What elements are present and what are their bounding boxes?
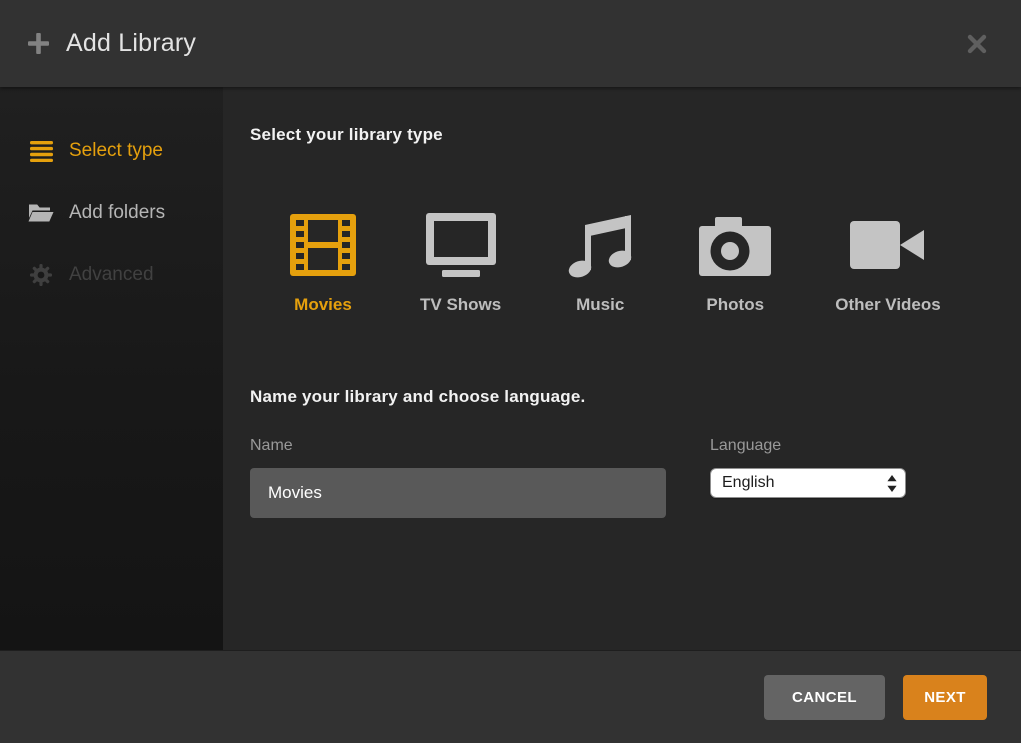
cancel-button[interactable]: CANCEL	[764, 675, 885, 720]
sidebar-item-add-folders[interactable]: Add folders	[0, 182, 223, 244]
dialog-header: Add Library	[0, 0, 1021, 87]
plus-icon	[28, 33, 49, 54]
film-strip-icon	[290, 211, 356, 279]
camera-icon	[699, 211, 771, 279]
name-field-group: Name	[250, 437, 666, 518]
type-heading: Select your library type	[250, 125, 991, 145]
type-tv-shows[interactable]: TV Shows	[420, 211, 501, 315]
language-select[interactable]: English	[710, 468, 906, 498]
gear-icon	[28, 264, 54, 286]
type-music[interactable]: Music	[565, 211, 635, 315]
dialog-title: Add Library	[66, 29, 196, 58]
video-camera-icon	[850, 211, 926, 279]
folder-icon	[28, 203, 54, 223]
sidebar-item-label: Add folders	[69, 202, 165, 224]
dialog-footer: CANCEL NEXT	[0, 650, 1021, 743]
sidebar-item-label: Advanced	[69, 264, 154, 286]
language-label: Language	[710, 437, 906, 455]
name-label: Name	[250, 437, 666, 455]
sidebar-item-label: Select type	[69, 140, 163, 162]
next-button[interactable]: NEXT	[903, 675, 987, 720]
type-label: TV Shows	[420, 295, 501, 315]
add-library-dialog: Add Library Select	[0, 0, 1021, 743]
language-select-value: English	[722, 474, 887, 492]
type-label: Movies	[294, 295, 352, 315]
type-photos[interactable]: Photos	[699, 211, 771, 315]
type-label: Music	[576, 295, 624, 315]
close-icon[interactable]	[963, 30, 991, 58]
type-label: Other Videos	[835, 295, 941, 315]
list-icon	[28, 141, 54, 162]
type-label: Photos	[706, 295, 764, 315]
sidebar-item-advanced: Advanced	[0, 244, 223, 306]
music-note-icon	[565, 211, 635, 279]
select-arrows-icon	[887, 475, 897, 492]
tv-icon	[426, 211, 496, 279]
dialog-body: Select type Add folders	[0, 87, 1021, 650]
type-movies[interactable]: Movies	[290, 211, 356, 315]
main-panel: Select your library type	[223, 87, 1021, 650]
library-type-row: Movies TV Shows	[290, 211, 991, 315]
sidebar: Select type Add folders	[0, 87, 223, 650]
form-row: Name Language English	[250, 437, 991, 518]
sidebar-item-select-type[interactable]: Select type	[0, 120, 223, 182]
form-heading: Name your library and choose language.	[250, 387, 991, 407]
type-other-videos[interactable]: Other Videos	[835, 211, 941, 315]
library-name-input[interactable]	[250, 468, 666, 518]
language-field-group: Language English	[710, 437, 906, 518]
